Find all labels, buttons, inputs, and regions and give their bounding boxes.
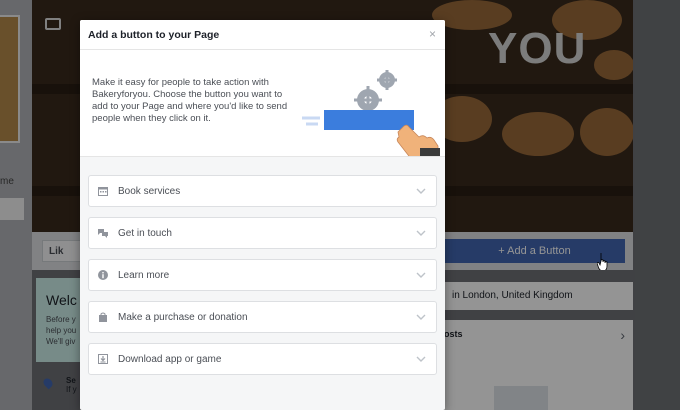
option-book-services[interactable]: Book services xyxy=(88,175,437,207)
dialog-header: Add a button to your Page × xyxy=(80,20,445,50)
option-download-app[interactable]: Download app or game xyxy=(88,343,437,375)
chevron-down-icon xyxy=(416,188,426,194)
download-icon xyxy=(98,354,108,364)
dialog-intro: Make it easy for people to take action w… xyxy=(80,50,445,157)
chevron-down-icon xyxy=(416,230,426,236)
option-label: Download app or game xyxy=(118,354,222,365)
add-button-dialog: Add a button to your Page × Make it easy… xyxy=(80,20,445,410)
intro-text: Make it easy for people to take action w… xyxy=(92,77,288,124)
option-learn-more[interactable]: Learn more xyxy=(88,259,437,291)
button-illustration xyxy=(302,70,440,156)
dialog-title: Add a button to your Page xyxy=(88,29,220,41)
option-make-purchase[interactable]: Make a purchase or donation xyxy=(88,301,437,333)
option-get-in-touch[interactable]: Get in touch xyxy=(88,217,437,249)
chat-icon xyxy=(98,229,108,238)
shopping-bag-icon xyxy=(99,312,107,322)
chevron-down-icon xyxy=(416,272,426,278)
option-label: Book services xyxy=(118,186,181,197)
options-list: Book services Get in touch Learn more Ma… xyxy=(80,157,445,375)
info-icon xyxy=(98,270,108,280)
hand-cursor-icon xyxy=(597,253,608,270)
option-label: Learn more xyxy=(118,270,170,281)
chevron-down-icon xyxy=(416,356,426,362)
option-label: Get in touch xyxy=(118,228,172,239)
option-label: Make a purchase or donation xyxy=(118,312,248,323)
chevron-down-icon xyxy=(416,314,426,320)
calendar-icon xyxy=(98,187,108,196)
close-icon[interactable]: × xyxy=(429,27,436,41)
